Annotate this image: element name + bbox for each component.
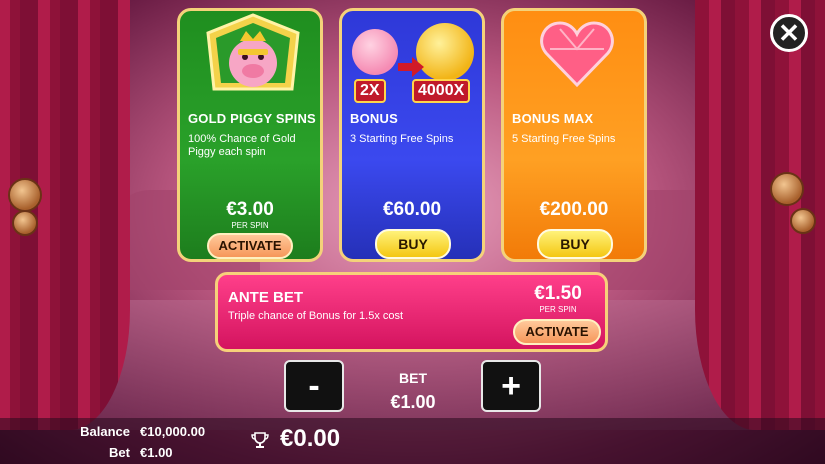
- trophy-icon: [251, 432, 269, 448]
- ante-bet-activate-button[interactable]: ACTIVATE: [513, 319, 601, 345]
- per-spin-label: PER SPIN: [231, 221, 269, 230]
- balance-value: €10,000.00: [140, 424, 206, 439]
- multiplier-high: 4000X: [412, 79, 471, 103]
- card-price: €200.00: [539, 199, 609, 220]
- close-button[interactable]: ✕: [770, 14, 808, 52]
- bonus-art: 2X 4000X: [342, 11, 482, 106]
- increase-bet-button[interactable]: +: [481, 360, 541, 412]
- per-spin-label: PER SPIN: [539, 305, 577, 314]
- ante-bet-panel: ANTE BET Triple chance of Bonus for 1.5x…: [215, 272, 608, 352]
- gold-piggy-activate-button[interactable]: ACTIVATE: [207, 233, 293, 259]
- bonus-card: 2X 4000X BONUS 3 Starting Free Spins €60…: [339, 8, 485, 262]
- bet-value: €1.00: [390, 392, 436, 412]
- card-price: €60.00: [382, 199, 442, 220]
- gold-piggy-spins-card: GOLD PIGGY SPINS 100% Chance of Gold Pig…: [177, 8, 323, 262]
- card-price: €3.00: [226, 199, 274, 220]
- bet-footer-label: Bet: [109, 445, 130, 460]
- heart-gem-icon: [540, 21, 614, 88]
- curtain-tassel: [8, 178, 42, 212]
- win-amount: €0.00: [280, 425, 341, 452]
- ante-bet-description: Triple chance of Bonus for 1.5x cost: [228, 310, 404, 322]
- bonus-max-art: [504, 11, 644, 106]
- card-description: 3 Starting Free Spins: [350, 133, 454, 145]
- close-icon: ✕: [778, 17, 800, 48]
- bonus-max-card: BONUS MAX 5 Starting Free Spins €200.00 …: [501, 8, 647, 262]
- curtain-tassel: [790, 208, 816, 234]
- balance-label: Balance: [80, 424, 130, 439]
- card-title: BONUS: [350, 111, 398, 126]
- multiplier-low: 2X: [354, 79, 386, 103]
- card-description: 5 Starting Free Spins: [512, 133, 616, 145]
- curtain-tassel: [12, 210, 38, 236]
- bonus-buy-button[interactable]: BUY: [375, 229, 451, 259]
- pig-with-crown-icon: [206, 13, 300, 91]
- decrease-bet-button[interactable]: -: [284, 360, 344, 412]
- ante-bet-price: €1.50: [534, 283, 582, 304]
- bonus-max-buy-button[interactable]: BUY: [537, 229, 613, 259]
- card-title: GOLD PIGGY SPINS: [188, 111, 316, 126]
- card-description: 100% Chance of Gold Piggy each spin: [188, 133, 296, 158]
- minus-icon: -: [308, 366, 320, 405]
- curtain-tassel: [770, 172, 804, 206]
- plus-icon: +: [501, 366, 521, 405]
- ante-bet-title: ANTE BET: [228, 289, 303, 306]
- card-title: BONUS MAX: [512, 111, 594, 126]
- bet-footer-value: €1.00: [140, 445, 173, 460]
- bet-label: BET: [399, 370, 427, 386]
- gold-piggy-art: [180, 11, 320, 106]
